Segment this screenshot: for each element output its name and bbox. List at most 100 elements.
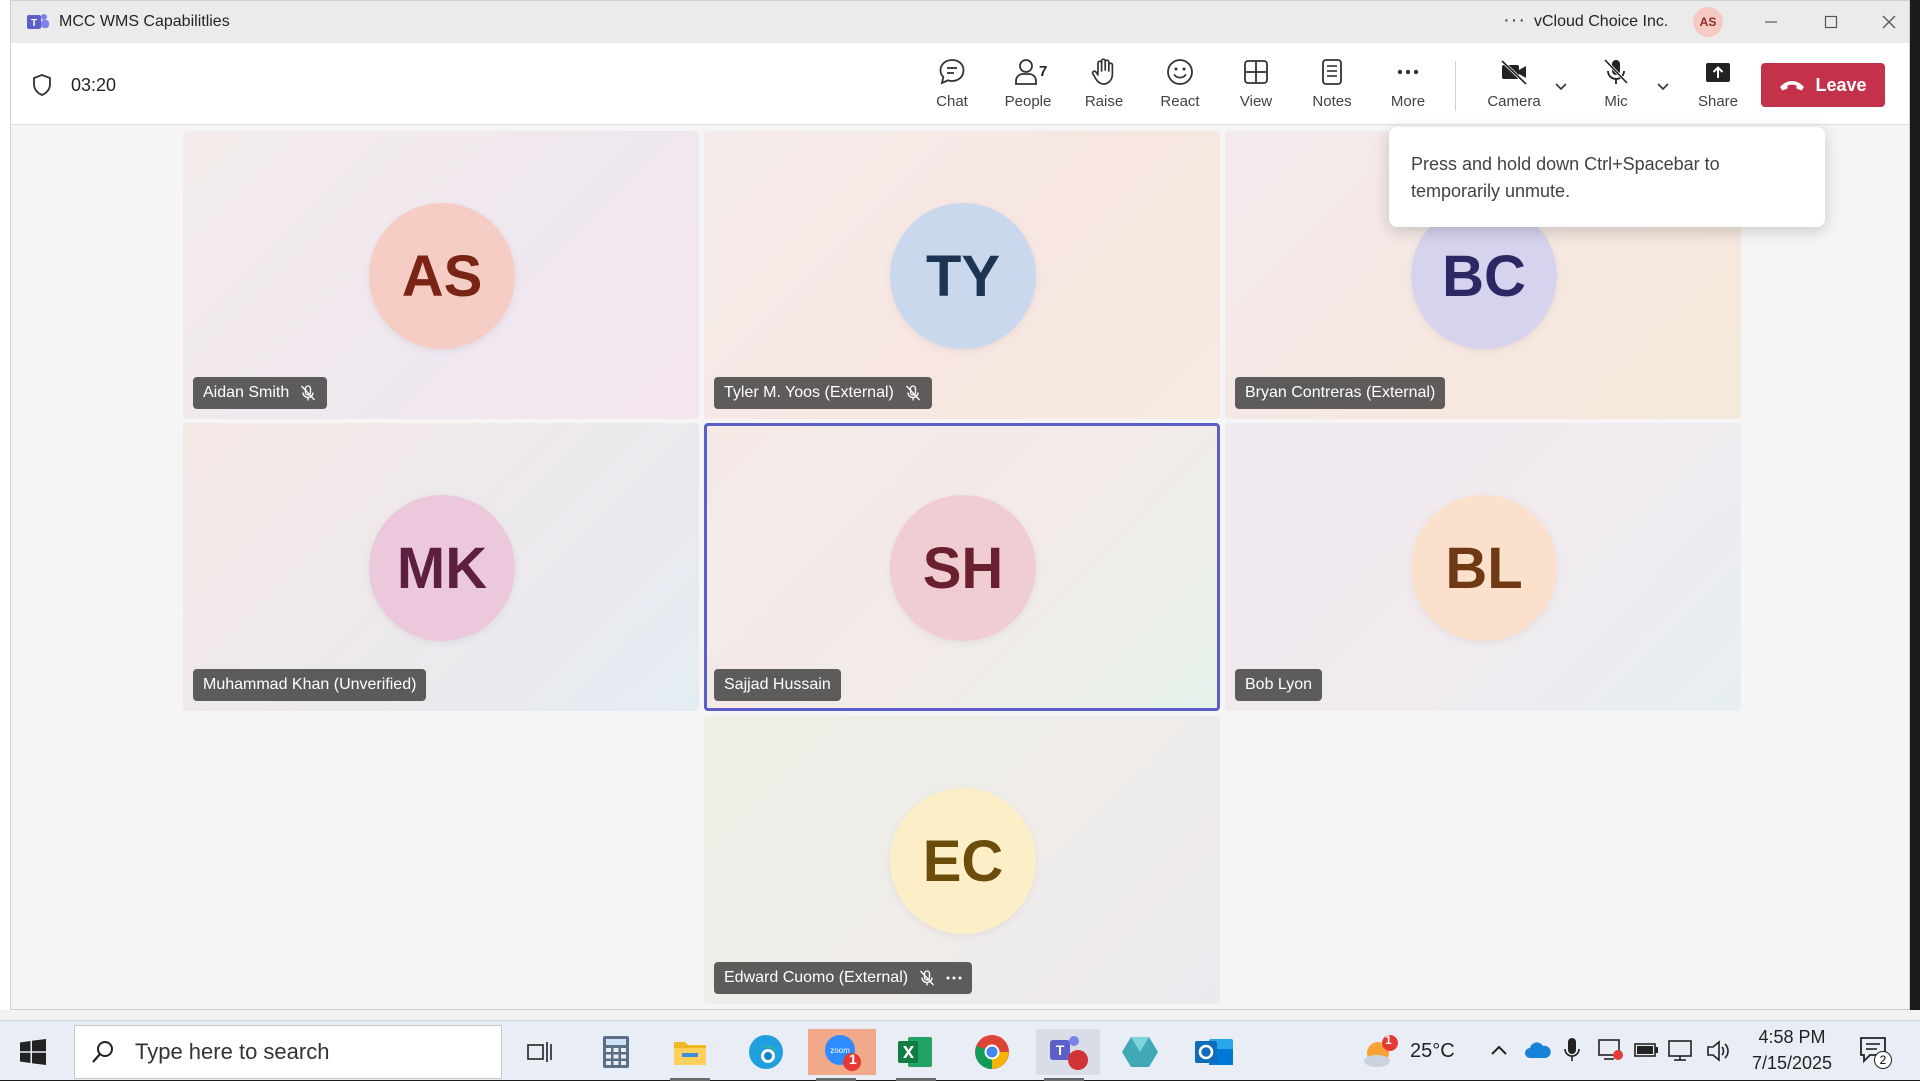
participant-tile[interactable]: EC Edward Cuomo (External) (704, 716, 1220, 1004)
camera-button[interactable]: Camera (1481, 57, 1547, 117)
taskbar-search-box[interactable]: Type here to search (74, 1025, 502, 1079)
chat-label: Chat (936, 93, 968, 110)
more-label: More (1390, 93, 1426, 110)
search-icon (92, 1041, 113, 1063)
teams-app-icon: T (27, 14, 49, 29)
unmute-tooltip: Press and hold down Ctrl+Spacebar to tem… (1389, 127, 1825, 227)
close-icon (1882, 15, 1896, 29)
participant-more-options-icon[interactable] (946, 975, 962, 981)
participant-name-tag: Sajjad Hussain (714, 669, 841, 701)
clock-date[interactable]: 7/15/2025 (1744, 1053, 1840, 1074)
share-button[interactable]: Share (1685, 57, 1751, 117)
meeting-toolbar: 03:20 Chat 7 People Raise React View Not… (11, 43, 1909, 125)
more-dots-icon (1397, 69, 1419, 75)
participant-name-tag: Tyler M. Yoos (External) (714, 377, 932, 409)
maximize-button[interactable] (1811, 9, 1851, 35)
window-title: MCC WMS Capabilitlies (59, 13, 230, 30)
notes-button[interactable]: Notes (1299, 57, 1365, 117)
weather-temperature: 25°C (1410, 1040, 1455, 1062)
participant-tile-active-speaker[interactable]: SH Sajjad Hussain (704, 423, 1220, 711)
task-view-icon (527, 1042, 552, 1062)
notification-count-badge: 2 (1874, 1051, 1892, 1069)
mic-options-chevron-icon[interactable] (1653, 77, 1673, 97)
close-button[interactable] (1869, 9, 1909, 35)
title-bar: T MCC WMS Capabilitlies ··· vCloud Choic… (11, 1, 1909, 43)
zoom-notification-badge: 1 (849, 1051, 857, 1067)
weather-badge: 1 (1385, 1033, 1392, 1047)
chrome-app[interactable] (964, 1029, 1020, 1075)
display-alert-icon[interactable] (1598, 1038, 1624, 1062)
participant-name: Sajjad Hussain (724, 676, 831, 693)
hang-up-icon (1780, 81, 1805, 91)
onedrive-icon[interactable] (1524, 1041, 1552, 1059)
task-view-button[interactable] (512, 1029, 568, 1075)
people-button[interactable]: 7 People (995, 57, 1061, 117)
leave-button[interactable]: Leave (1761, 63, 1885, 107)
more-options-button[interactable]: ··· (1503, 9, 1526, 32)
participant-name-tag: Aidan Smith (193, 377, 328, 409)
react-button[interactable]: React (1147, 57, 1213, 117)
toolbar-separator (1455, 61, 1456, 111)
notes-label: Notes (1312, 93, 1352, 110)
participant-tile[interactable]: TY Tyler M. Yoos (External) (704, 131, 1220, 419)
participant-name: Edward Cuomo (External) (724, 969, 909, 986)
user-avatar[interactable]: AS (1693, 7, 1723, 37)
mic-label: Mic (1604, 93, 1628, 110)
chat-icon (939, 59, 965, 85)
participant-name: Aidan Smith (203, 384, 290, 401)
weather-icon[interactable] (1362, 1035, 1398, 1069)
view-button[interactable]: View (1223, 57, 1289, 117)
grid-view-icon (1244, 60, 1268, 84)
microphone-tray-icon[interactable] (1564, 1037, 1580, 1063)
participant-name: Bob Lyon (1245, 676, 1313, 693)
file-explorer-app[interactable] (662, 1029, 718, 1081)
mic-button[interactable]: Mic (1583, 57, 1649, 117)
participant-tile[interactable]: MK Muhammad Khan (Unverified) (183, 423, 699, 711)
calculator-app[interactable] (588, 1029, 644, 1075)
edge-browser-app[interactable] (738, 1029, 794, 1075)
excel-icon (898, 1037, 932, 1067)
volume-icon[interactable] (1706, 1039, 1732, 1063)
mic-off-icon (1603, 58, 1629, 85)
zoom-app[interactable]: zoom 1 (808, 1029, 876, 1081)
raise-hand-button[interactable]: Raise (1071, 57, 1137, 117)
participant-name-tag: Muhammad Khan (Unverified) (193, 669, 427, 701)
notes-icon (1322, 59, 1342, 85)
participant-tile[interactable]: BL Bob Lyon (1225, 423, 1741, 711)
people-label: People (1004, 93, 1052, 110)
outlook-app[interactable] (1186, 1029, 1242, 1075)
view-label: View (1239, 93, 1273, 110)
camera-options-chevron-icon[interactable] (1551, 77, 1571, 97)
edge-icon (749, 1035, 783, 1069)
more-button[interactable]: More (1375, 57, 1441, 117)
teams-app[interactable]: T (1036, 1029, 1100, 1081)
participant-avatar: AS (369, 203, 515, 349)
excel-app[interactable] (888, 1029, 944, 1081)
battery-icon[interactable] (1634, 1041, 1660, 1059)
raise-hand-icon (1091, 58, 1114, 85)
leave-label: Leave (1815, 74, 1867, 95)
windows-taskbar: Type here to search zoom 1 T 1 25°C 4:58… (0, 1020, 1920, 1081)
share-icon (1706, 63, 1730, 82)
search-placeholder: Type here to search (135, 1039, 330, 1064)
participant-name: Muhammad Khan (Unverified) (203, 676, 417, 693)
participant-avatar: SH (890, 495, 1036, 641)
react-label: React (1160, 93, 1200, 110)
mic-muted-icon (920, 970, 935, 986)
participant-name: Bryan Contreras (External) (1245, 384, 1436, 401)
network-icon[interactable] (1668, 1039, 1696, 1063)
background-app-statusbar (0, 1010, 1920, 1020)
windows-start-icon[interactable] (20, 1039, 46, 1065)
pinned-app[interactable] (1112, 1029, 1168, 1075)
raise-label: Raise (1084, 93, 1124, 110)
chat-button[interactable]: Chat (919, 57, 985, 117)
meeting-timer: 03:20 (71, 75, 117, 95)
participant-name-tag: Edward Cuomo (External) (714, 962, 973, 994)
svg-text:zoom: zoom (830, 1046, 850, 1055)
clock-time[interactable]: 4:58 PM (1752, 1027, 1832, 1048)
minimize-button[interactable] (1751, 9, 1791, 35)
chevron-up-icon[interactable] (1490, 1043, 1508, 1057)
participant-tile[interactable]: AS Aidan Smith (183, 131, 699, 419)
people-count: 7 (1039, 63, 1048, 80)
smiley-icon (1167, 59, 1193, 85)
